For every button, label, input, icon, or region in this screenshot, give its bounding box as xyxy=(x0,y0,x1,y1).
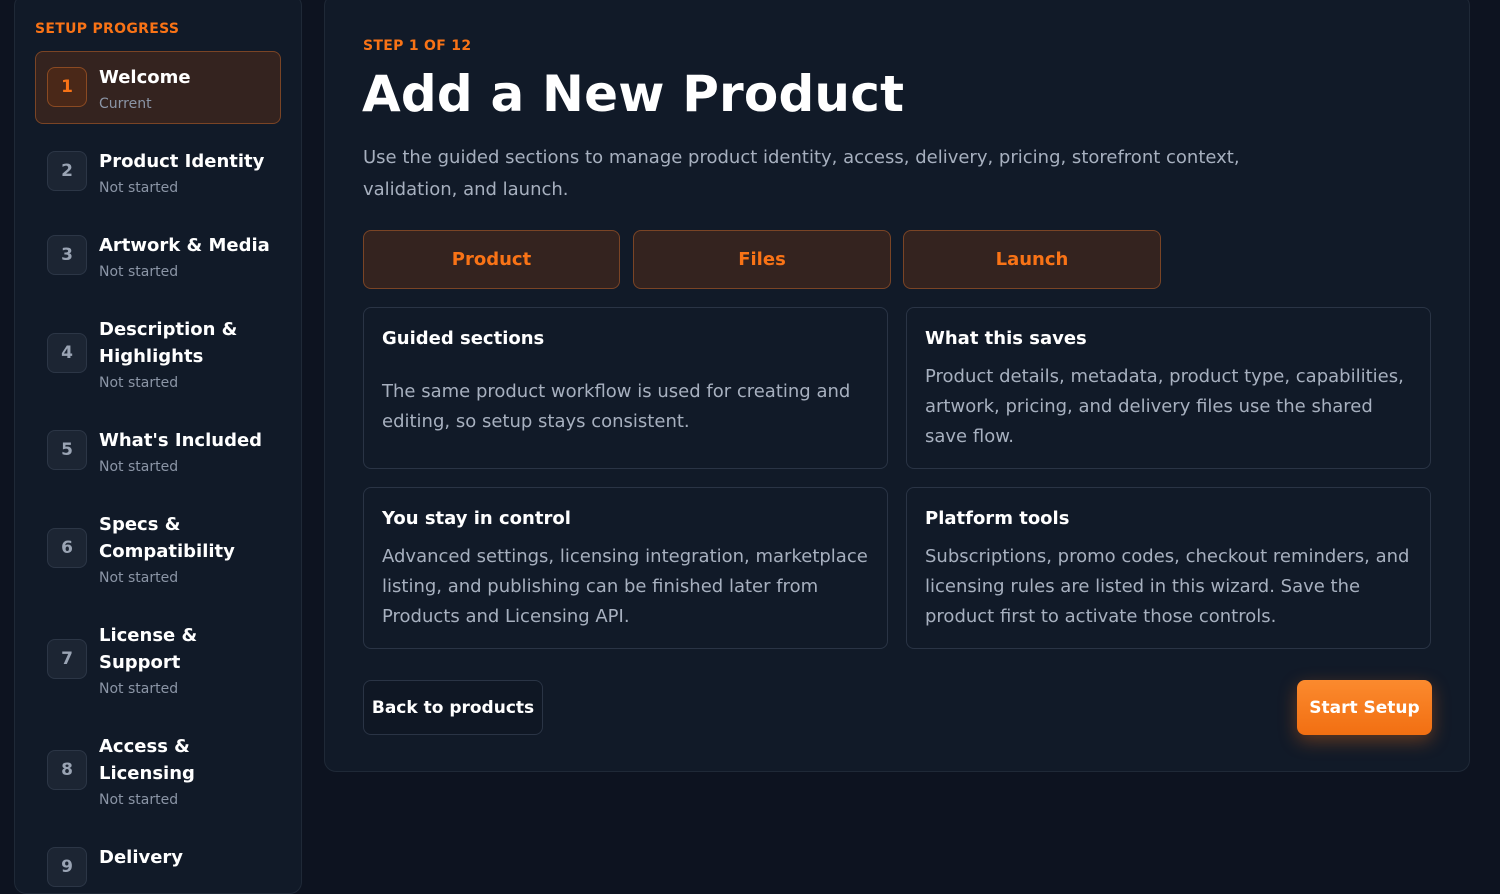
step-number: 5 xyxy=(47,430,87,470)
step-specs-compatibility[interactable]: 6 Specs & Compatibility Not started xyxy=(35,498,281,598)
step-product-identity[interactable]: 2 Product Identity Not started xyxy=(35,135,281,208)
step-status: Not started xyxy=(99,264,179,280)
card-text: Product details, metadata, product type,… xyxy=(925,366,1404,447)
step-indicator: STEP 1 OF 12 xyxy=(363,38,472,54)
main-panel: STEP 1 OF 12 Add a New Product Use the g… xyxy=(324,0,1470,772)
card-text: Advanced settings, licensing integration… xyxy=(382,546,868,627)
step-number: 4 xyxy=(47,333,87,373)
step-title: Artwork & Media xyxy=(99,235,270,256)
card-text: The same product workflow is used for cr… xyxy=(382,381,851,432)
card-what-this-saves: What this saves Product details, metadat… xyxy=(906,307,1431,469)
card-title: What this saves xyxy=(925,328,1087,349)
tab-product[interactable]: Product xyxy=(363,230,620,289)
start-setup-button[interactable]: Start Setup xyxy=(1297,680,1432,735)
step-title: Description & Highlights xyxy=(99,319,238,367)
step-number: 1 xyxy=(47,67,87,107)
step-status: Not started xyxy=(99,180,179,196)
setup-progress-sidebar: SETUP PROGRESS 1 Welcome Current 2 Produ… xyxy=(14,0,302,894)
step-number: 9 xyxy=(47,847,87,887)
card-title: Platform tools xyxy=(925,508,1070,529)
step-number: 7 xyxy=(47,639,87,679)
card-guided-sections: Guided sections The same product workflo… xyxy=(363,307,888,469)
card-title: You stay in control xyxy=(382,508,571,529)
step-title: Delivery xyxy=(99,847,184,868)
step-title: Access & Licensing xyxy=(99,736,195,784)
card-you-stay-in-control: You stay in control Advanced settings, l… xyxy=(363,487,888,649)
page-description: Use the guided sections to manage produc… xyxy=(363,147,1240,200)
card-platform-tools: Platform tools Subscriptions, promo code… xyxy=(906,487,1431,649)
step-title: Specs & Compatibility xyxy=(99,514,235,562)
step-welcome[interactable]: 1 Welcome Current xyxy=(35,51,281,124)
step-status: Not started xyxy=(99,792,179,808)
step-status: Not started xyxy=(99,375,179,391)
step-title: Product Identity xyxy=(99,151,265,172)
step-title: License & Support xyxy=(99,625,198,673)
tab-launch[interactable]: Launch xyxy=(903,230,1161,289)
step-status: Not started xyxy=(99,570,179,586)
step-artwork-media[interactable]: 3 Artwork & Media Not started xyxy=(35,219,281,292)
tab-files[interactable]: Files xyxy=(633,230,891,289)
sidebar-title: SETUP PROGRESS xyxy=(35,21,180,37)
step-title: Welcome xyxy=(99,67,191,88)
step-title: What's Included xyxy=(99,430,263,451)
step-delivery[interactable]: 9 Delivery xyxy=(35,831,281,893)
step-whats-included[interactable]: 5 What's Included Not started xyxy=(35,414,281,487)
card-text: Subscriptions, promo codes, checkout rem… xyxy=(925,546,1410,627)
step-number: 6 xyxy=(47,528,87,568)
card-title: Guided sections xyxy=(382,328,545,349)
step-number: 8 xyxy=(47,750,87,790)
step-access-licensing[interactable]: 8 Access & Licensing Not started xyxy=(35,720,281,820)
step-status: Not started xyxy=(99,681,179,697)
step-license-support[interactable]: 7 License & Support Not started xyxy=(35,609,281,709)
back-to-products-button[interactable]: Back to products xyxy=(363,680,543,735)
step-number: 3 xyxy=(47,235,87,275)
step-status: Current xyxy=(99,96,152,112)
step-number: 2 xyxy=(47,151,87,191)
step-status: Not started xyxy=(99,459,179,475)
step-description-highlights[interactable]: 4 Description & Highlights Not started xyxy=(35,303,281,403)
page-title: Add a New Product xyxy=(362,65,905,123)
